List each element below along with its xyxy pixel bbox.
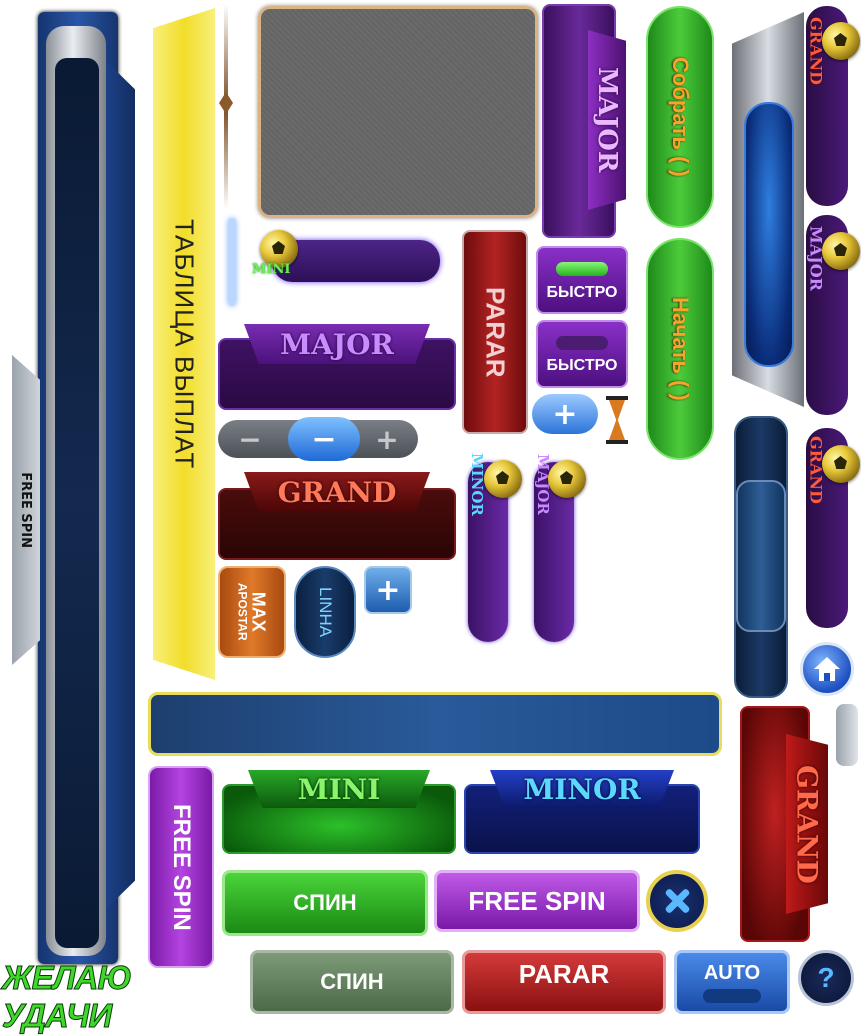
bet-minus-dim[interactable]: − (226, 422, 274, 456)
auto-button[interactable]: AUTO (674, 950, 790, 1014)
minor-plaque-banner: MINOR (490, 770, 674, 808)
parar-button[interactable]: PARAR (462, 950, 666, 1014)
ornament-diamond (219, 92, 233, 114)
free-spin-side-tab[interactable]: FREE SPIN (12, 355, 40, 665)
fast-label-off: БЫСТРО (546, 357, 618, 374)
scroll-thumb[interactable] (736, 480, 786, 632)
info-panel (258, 6, 538, 218)
lines-label: LINHA (316, 586, 335, 638)
minor-meter-label: MINOR (468, 452, 486, 516)
lines-button[interactable]: LINHA (294, 566, 356, 658)
plus-icon: + (375, 422, 399, 456)
spin-disabled-label: СПИН (320, 969, 384, 994)
grand-vertical-banner: GRAND (786, 734, 828, 914)
parar-label: PARAR (518, 959, 610, 989)
bet-minus-button[interactable]: − (288, 417, 360, 461)
ball-icon (548, 460, 586, 498)
free-spin-label: FREE SPIN (468, 885, 606, 916)
fast-indicator-off (556, 336, 608, 350)
paytable-button[interactable]: ТАБЛИЦА ВЫПЛАТ (153, 8, 215, 680)
help-icon: ? (817, 962, 835, 993)
major-plaque-banner: MAJOR (244, 324, 430, 364)
fast-button-off[interactable] (536, 320, 628, 388)
minus-icon: − (238, 422, 262, 456)
spin-label: СПИН (293, 890, 357, 915)
ball-icon (822, 232, 860, 270)
home-button[interactable] (800, 642, 854, 696)
ball-icon (484, 460, 522, 498)
mini-plaque-label: MINI (297, 772, 381, 806)
close-icon (664, 887, 691, 915)
plus-pill-button[interactable]: + (532, 394, 598, 434)
major-plaque-label: MAJOR (280, 327, 394, 361)
grand-plaque-label: GRAND (277, 475, 397, 509)
home-icon (814, 657, 840, 681)
max-bet-label-2: APOSTAR (235, 583, 250, 641)
grand-plaque-banner: GRAND (244, 472, 430, 512)
max-bet-label-1: MAX (248, 591, 269, 632)
fast-button-on[interactable] (536, 246, 628, 314)
mini-meter-label: MINI (252, 262, 291, 277)
sci-fi-window (744, 102, 794, 367)
minus-icon: − (311, 421, 337, 457)
bet-plus-dim[interactable]: + (362, 422, 412, 456)
help-button[interactable]: ? (798, 950, 854, 1006)
minor-plaque-label: MINOR (523, 772, 641, 806)
close-button[interactable] (646, 870, 708, 932)
auto-label: AUTO (703, 961, 761, 984)
wish-luck-text: ЖЕЛАЮ УДАЧИ (2, 959, 246, 1035)
message-bar (148, 692, 722, 756)
grand-vertical-label: GRAND (790, 764, 824, 884)
wish-luck-label: ЖЕЛАЮ УДАЧИ (2, 959, 133, 1035)
fast-label-on: БЫСТРО (546, 284, 618, 301)
major-vertical-banner: MAJOR (588, 30, 626, 210)
major-vertical-label: MAJOR (592, 67, 622, 173)
collect-button[interactable]: Собрать ( ) (646, 6, 714, 228)
max-bet-button[interactable]: MAX APOSTAR (218, 566, 286, 658)
start-button[interactable]: Начать ( ) (646, 238, 714, 460)
collect-label: Собрать ( ) (668, 57, 693, 177)
spin-button-disabled[interactable]: СПИН (250, 950, 454, 1014)
paytable-label: ТАБЛИЦА ВЫПЛАТ (169, 218, 200, 470)
left-reel-inner (55, 58, 99, 948)
ball-icon (822, 22, 860, 60)
free-spin-button[interactable]: FREE SPIN (434, 870, 640, 932)
free-spin-side-label: FREE SPIN (18, 472, 34, 548)
mini-meter-glow (228, 218, 236, 306)
side-handle[interactable] (836, 704, 858, 766)
free-spin-vertical-label: FREE SPIN (168, 803, 195, 931)
hourglass-icon (606, 396, 628, 444)
free-spin-vertical-button[interactable]: FREE SPIN (148, 766, 214, 968)
auto-indicator (703, 988, 761, 1003)
parar-vertical-label: PARAR (480, 286, 511, 378)
fast-indicator-on (556, 262, 608, 276)
plus-icon: + (375, 572, 401, 608)
start-label: Начать ( ) (668, 297, 693, 401)
parar-vertical-button[interactable]: PARAR (462, 230, 528, 434)
plus-icon: + (552, 396, 578, 432)
mini-plaque-banner: MINI (248, 770, 430, 808)
grand-meter-top-label: GRAND (806, 16, 826, 85)
spin-button[interactable]: СПИН (222, 870, 428, 936)
plus-square-button[interactable]: + (364, 566, 412, 614)
ball-icon (822, 445, 860, 483)
